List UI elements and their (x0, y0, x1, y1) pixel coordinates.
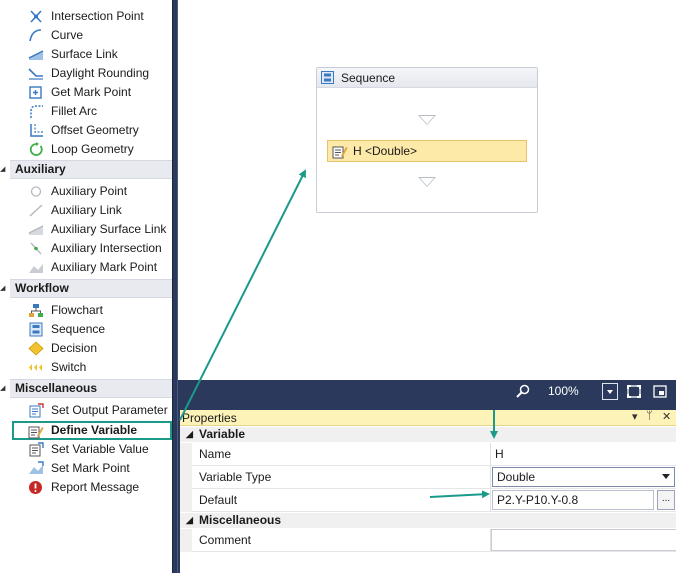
close-icon[interactable]: ✕ (662, 410, 671, 423)
overview-button[interactable] (652, 383, 668, 400)
toolbox-item-define-variable[interactable]: Define Variable (12, 421, 172, 440)
auxiliary-point-icon (30, 186, 42, 197)
loop-geometry-icon (29, 142, 43, 156)
dropdown-icon[interactable]: ▾ (632, 410, 638, 423)
auxiliary-surface-link-icon (28, 225, 44, 235)
drop-target-arrow-icon[interactable] (418, 115, 436, 125)
toolbox-category-auxiliary[interactable]: Auxiliary (10, 160, 172, 179)
properties-category-miscellaneous[interactable]: ◢ Miscellaneous (180, 513, 676, 528)
name-value-field[interactable]: H (490, 443, 676, 465)
toolbox-panel: Intersection Point Curve Surface Link Da… (0, 0, 172, 573)
define-variable-icon (332, 146, 348, 159)
pin-icon[interactable]: ᛘ (646, 410, 653, 422)
property-label: Variable Type (199, 470, 272, 484)
properties-titlebar[interactable]: Properties ▾ ᛘ ✕ (180, 410, 676, 426)
report-message-icon (29, 481, 42, 494)
daylight-rounding-icon (28, 68, 43, 80)
set-mark-point-icon (29, 461, 44, 474)
properties-category-variable[interactable]: ◢ Variable (180, 427, 676, 442)
get-mark-point-icon (29, 86, 42, 99)
collapse-arrow-icon[interactable]: ◢ (0, 160, 6, 179)
fillet-arc-icon (30, 105, 43, 118)
define-variable-icon (28, 426, 44, 439)
sequence-icon (29, 322, 43, 337)
collapse-arrow-icon[interactable]: ◢ (186, 427, 193, 442)
activity-label: H <Double> (353, 144, 418, 158)
surface-link-icon (28, 50, 44, 60)
intersection-point-icon (30, 10, 42, 23)
zoom-dropdown-button[interactable] (602, 383, 618, 400)
properties-grid: Properties ▾ ᛘ ✕ ◢ Variable Name H Varia… (180, 410, 676, 573)
offset-geometry-icon (30, 124, 43, 137)
overview-map-icon (653, 385, 667, 398)
switch-icon (29, 364, 42, 371)
fit-screen-icon (627, 385, 641, 398)
property-row-name[interactable]: Name H (180, 443, 676, 466)
define-variable-activity[interactable]: H <Double> (327, 140, 527, 162)
collapse-arrow-icon[interactable]: ◢ (186, 513, 193, 528)
fit-to-screen-button[interactable] (626, 383, 642, 400)
decision-icon (28, 341, 44, 356)
set-output-parameter-icon (29, 403, 44, 418)
sequence-header[interactable]: Sequence (317, 68, 537, 88)
workflow-designer-canvas[interactable]: Sequence H <Double> (178, 0, 676, 380)
toolbox-category-miscellaneous[interactable]: Miscellaneous (10, 379, 172, 398)
property-label: Default (199, 493, 238, 507)
comment-input[interactable] (491, 529, 676, 551)
drop-target-arrow-icon[interactable] (418, 177, 436, 187)
auxiliary-mark-point-icon (29, 264, 43, 273)
sequence-title: Sequence (341, 71, 396, 85)
property-row-variable-type[interactable]: Variable Type Double (180, 466, 676, 489)
property-row-default[interactable]: Default P2.Y-P10.Y-0.8 ... (180, 489, 676, 512)
properties-title: Properties (182, 411, 237, 425)
property-label: Comment (199, 533, 252, 547)
collapse-arrow-icon[interactable]: ◢ (0, 279, 6, 298)
set-variable-value-icon (29, 442, 44, 457)
property-row-comment[interactable]: Comment (180, 529, 676, 552)
curve-icon (29, 29, 42, 42)
zoom-toolbar: 100% (178, 380, 676, 403)
variable-type-select[interactable]: Double (492, 467, 675, 487)
properties-panel: Properties ▾ ᛘ ✕ ◢ Variable Name H Varia… (178, 403, 676, 573)
property-label: Name (199, 447, 232, 461)
sequence-activity[interactable]: Sequence H <Double> (316, 67, 538, 213)
auxiliary-link-icon (29, 204, 43, 217)
flowchart-icon (29, 304, 43, 317)
expression-editor-button[interactable]: ... (657, 490, 675, 510)
sequence-icon (321, 71, 334, 84)
auxiliary-intersection-icon (30, 242, 42, 255)
magnifier-icon[interactable] (516, 384, 530, 398)
chevron-down-icon (662, 474, 670, 479)
chevron-down-icon (607, 390, 613, 394)
default-value-input[interactable]: P2.Y-P10.Y-0.8 (492, 490, 654, 510)
toolbox-category-workflow[interactable]: Workflow (10, 279, 172, 298)
zoom-level[interactable]: 100% (548, 384, 579, 398)
collapse-arrow-icon[interactable]: ◢ (0, 379, 6, 398)
